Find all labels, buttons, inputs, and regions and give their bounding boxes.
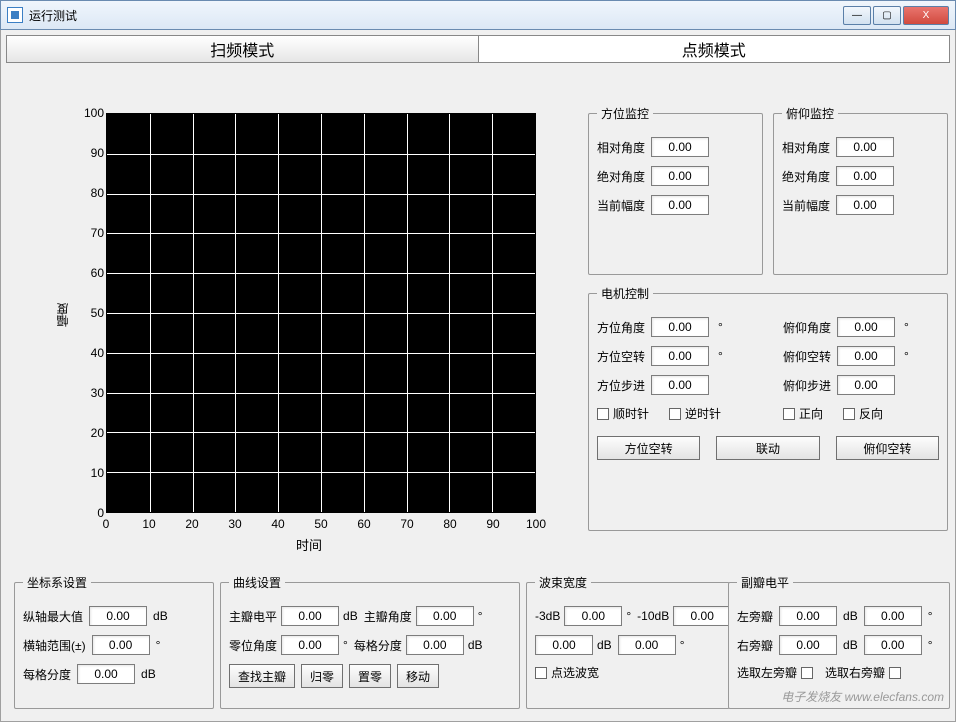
- zero-angle-input[interactable]: 0.00: [281, 635, 339, 655]
- y-axis-ticks: 100 90 80 70 60 50 40 30 20 10 0: [76, 113, 104, 513]
- motor-control: 电机控制 方位角度0.00 方位空转0.00 方位步进0.00 顺时针 逆时针 …: [588, 285, 948, 531]
- ccw-checkbox[interactable]: 逆时针: [669, 405, 721, 422]
- elevation-monitor: 俯仰监控 相对角度0.00 绝对角度0.00 当前幅度0.00: [773, 105, 948, 275]
- title-bar: 运行测试 — ▢ X: [0, 0, 956, 30]
- x-axis-label: 时间: [296, 535, 322, 554]
- el-abs-value: 0.00: [836, 166, 894, 186]
- pick-right-checkbox[interactable]: 选取右旁瓣: [825, 664, 901, 681]
- link-button[interactable]: 联动: [716, 436, 819, 460]
- tab-sweep[interactable]: 扫频模式: [7, 36, 479, 62]
- coordinate-settings: 坐标系设置 纵轴最大值0.00dB 横轴范围(±)0.00° 每格分度0.00d…: [14, 574, 214, 709]
- watermark: 电子发烧友 www.elecfans.com: [781, 688, 944, 705]
- curve-settings: 曲线设置 主瓣电平0.00dB 主瓣角度0.00° 零位角度0.00° 每格分度…: [220, 574, 520, 709]
- minimize-button[interactable]: —: [843, 6, 871, 25]
- rev-checkbox[interactable]: 反向: [843, 405, 883, 422]
- el-angle-input[interactable]: 0.00: [837, 317, 895, 337]
- curve-grid-input[interactable]: 0.00: [406, 635, 464, 655]
- home-button[interactable]: 归零: [301, 664, 343, 688]
- y-axis-label: 幅度: [54, 303, 71, 327]
- el-amp-value: 0.00: [836, 195, 894, 215]
- el-idle-input[interactable]: 0.00: [837, 346, 895, 366]
- beam-custom2-input[interactable]: 0.00: [618, 635, 676, 655]
- right-side-db[interactable]: 0.00: [779, 635, 837, 655]
- chart: 100 90 80 70 60 50 40 30 20 10 0 0 10 20…: [46, 103, 556, 573]
- window-title: 运行测试: [29, 7, 843, 24]
- find-main-button[interactable]: 查找主瓣: [229, 664, 295, 688]
- coord-grid-input[interactable]: 0.00: [77, 664, 135, 684]
- move-button[interactable]: 移动: [397, 664, 439, 688]
- beam-width: 波束宽度 -3dB0.00° -10dB0.00° 0.00dB 0.00° 点…: [526, 574, 749, 709]
- app-icon: [7, 7, 23, 23]
- az-rel-value: 0.00: [651, 137, 709, 157]
- az-idle-button[interactable]: 方位空转: [597, 436, 700, 460]
- az-idle-input[interactable]: 0.00: [651, 346, 709, 366]
- beam-3db-input[interactable]: 0.00: [564, 606, 622, 626]
- pick-left-checkbox[interactable]: 选取左旁瓣: [737, 664, 813, 681]
- mode-tabs: 扫频模式 点频模式: [6, 35, 950, 63]
- fwd-checkbox[interactable]: 正向: [783, 405, 823, 422]
- el-step-input[interactable]: 0.00: [837, 375, 895, 395]
- x-axis-ticks: 0 10 20 30 40 50 60 70 80 90 100: [106, 517, 536, 533]
- beam-custom-input[interactable]: 0.00: [535, 635, 593, 655]
- azimuth-monitor: 方位监控 相对角度0.00 绝对角度0.00 当前幅度0.00: [588, 105, 763, 275]
- xrange-input[interactable]: 0.00: [92, 635, 150, 655]
- cw-checkbox[interactable]: 顺时针: [597, 405, 649, 422]
- beam-10db-input[interactable]: 0.00: [673, 606, 731, 626]
- zero-button[interactable]: 置零: [349, 664, 391, 688]
- az-step-input[interactable]: 0.00: [651, 375, 709, 395]
- left-side-deg[interactable]: 0.00: [864, 606, 922, 626]
- left-side-db[interactable]: 0.00: [779, 606, 837, 626]
- main-level-input[interactable]: 0.00: [281, 606, 339, 626]
- el-idle-button[interactable]: 俯仰空转: [836, 436, 939, 460]
- main-angle-input[interactable]: 0.00: [416, 606, 474, 626]
- plot-area: [106, 113, 536, 513]
- beam-pick-checkbox[interactable]: 点选波宽: [535, 664, 599, 681]
- az-angle-input[interactable]: 0.00: [651, 317, 709, 337]
- right-side-deg[interactable]: 0.00: [864, 635, 922, 655]
- el-rel-value: 0.00: [836, 137, 894, 157]
- az-abs-value: 0.00: [651, 166, 709, 186]
- ymax-input[interactable]: 0.00: [89, 606, 147, 626]
- maximize-button[interactable]: ▢: [873, 6, 901, 25]
- tab-point[interactable]: 点频模式: [479, 36, 950, 62]
- az-amp-value: 0.00: [651, 195, 709, 215]
- close-button[interactable]: X: [903, 6, 949, 25]
